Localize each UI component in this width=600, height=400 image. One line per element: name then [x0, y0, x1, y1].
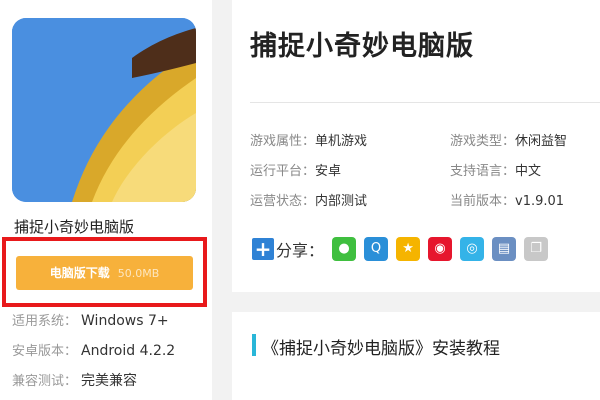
game-detail-card: 捕捉小奇妙电脑版 游戏属性：单机游戏 游戏类型：休闲益智 运行平台：安卓 支持语…	[232, 0, 600, 292]
qq-icon[interactable]: Q	[364, 237, 389, 261]
page-title: 捕捉小奇妙电脑版	[250, 31, 474, 62]
info-label: 适用系统：	[12, 314, 78, 329]
meta-attribute: 游戏属性：单机游戏	[250, 130, 367, 149]
download-label: 电脑版下载	[49, 266, 110, 280]
wechat-icon[interactable]: ●	[332, 237, 357, 261]
meta-value: 中文	[515, 164, 542, 179]
app-sidebar-card: 捕捉小奇妙电脑版 电脑版下载 50.0MB 适用系统： Windows 7+ 安卓版…	[0, 0, 212, 400]
download-size: 50.0MB	[117, 267, 160, 280]
copy-icon[interactable]: ❐	[524, 237, 549, 261]
section-accent-bar	[252, 334, 256, 356]
app-name: 捕捉小奇妙电脑版	[14, 218, 135, 236]
tencent-weibo-icon[interactable]: ◎	[460, 237, 485, 261]
info-value: Android 4.2.2	[81, 343, 176, 359]
meta-value: 内部测试	[315, 194, 368, 209]
meta-value: v1.9.01	[515, 194, 565, 209]
section-title: 《捕捉小奇妙电脑版》安装教程	[262, 339, 500, 359]
info-label: 安卓版本：	[12, 344, 78, 359]
info-value: Windows 7+	[81, 313, 169, 329]
meta-value: 休闲益智	[515, 134, 568, 149]
meta-status: 运营状态：内部测试	[250, 190, 367, 209]
site-watermark: G 高手游 GAOSHOUYOU.COM	[458, 358, 600, 400]
meta-value: 单机游戏	[315, 134, 368, 149]
plus-icon[interactable]: +	[252, 238, 274, 260]
info-row-system: 适用系统： Windows 7+	[12, 310, 169, 329]
info-value: 完美兼容	[81, 373, 138, 389]
weibo-icon[interactable]: ◉	[428, 237, 453, 261]
pc-download-button[interactable]: 电脑版下载 50.0MB	[16, 256, 193, 290]
app-icon[interactable]	[12, 18, 196, 202]
meta-language: 支持语言：中文	[450, 160, 541, 179]
meta-type: 游戏类型：休闲益智	[450, 130, 567, 149]
download-highlight-box: 电脑版下载 50.0MB	[2, 237, 207, 307]
meta-label: 游戏属性：	[250, 134, 316, 149]
gaoshouyou-logo-icon: G	[458, 360, 488, 390]
meta-value: 安卓	[315, 164, 342, 179]
meta-label: 运营状态：	[250, 194, 316, 209]
meta-version: 当前版本：v1.9.01	[450, 190, 564, 209]
meta-label: 运行平台：	[250, 164, 316, 179]
print-icon[interactable]: ▤	[492, 237, 517, 261]
info-label: 兼容测试：	[12, 374, 78, 389]
meta-platform: 运行平台：安卓	[250, 160, 341, 179]
share-label: 分享：	[276, 241, 325, 260]
info-row-android: 安卓版本： Android 4.2.2	[12, 340, 175, 359]
info-row-compat: 兼容测试： 完美兼容	[12, 370, 137, 390]
divider	[250, 102, 600, 103]
meta-label: 支持语言：	[450, 164, 516, 179]
watermark-subtext: GAOSHOUYOU.COM	[494, 386, 578, 394]
app-icon-art	[12, 18, 196, 202]
meta-label: 游戏类型：	[450, 134, 516, 149]
meta-label: 当前版本：	[450, 194, 516, 209]
share-bar: + 分享： ● Q ★ ◉ ◎ ▤ ❐	[252, 237, 556, 261]
qzone-icon[interactable]: ★	[396, 237, 421, 261]
